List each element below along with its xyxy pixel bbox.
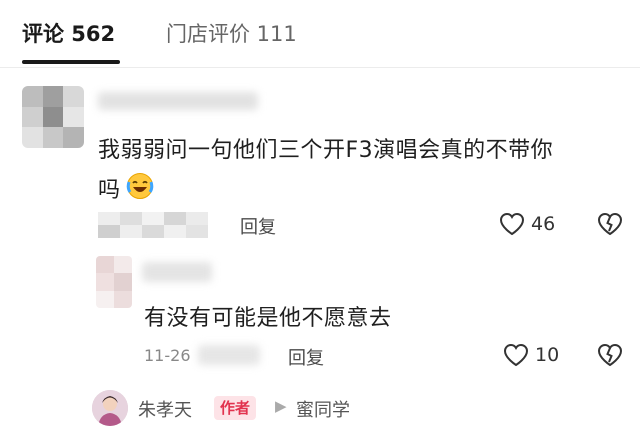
broken-heart-icon[interactable]	[596, 211, 624, 237]
author-avatar[interactable]	[92, 390, 128, 426]
blurred-reply-location	[198, 345, 260, 365]
comment-like-count: 46	[531, 213, 556, 235]
comment-text-line2: 吗	[98, 178, 121, 203]
active-tab-indicator	[22, 60, 120, 64]
tab-divider	[0, 67, 640, 68]
reply-button-2[interactable]: 回复	[288, 344, 324, 370]
heart-outline-icon[interactable]	[502, 342, 530, 368]
author-badge: 作者	[214, 396, 257, 420]
blurred-reply-avatar[interactable]	[96, 256, 132, 308]
author-reply-header: 朱孝天 作者 ▶ 蜜同学	[92, 388, 392, 428]
play-triangle-icon: ▶	[275, 397, 287, 415]
reply-like-count: 10	[535, 344, 560, 366]
tab-bar: 评论 562 门店评价 111	[0, 0, 640, 68]
reply-button[interactable]: 回复	[240, 213, 276, 239]
heart-outline-icon[interactable]	[498, 211, 526, 237]
blurred-username	[98, 92, 258, 110]
comment-text-line1: 我弱弱问一句他们三个开F3演唱会真的不带你	[98, 138, 554, 163]
tab-comments[interactable]: 评论 562	[22, 18, 115, 48]
reply-to-name[interactable]: 蜜同学	[296, 396, 350, 422]
author-name[interactable]: 朱孝天	[138, 396, 192, 422]
blurred-comment-date	[98, 212, 208, 238]
blurred-avatar[interactable]	[22, 86, 84, 148]
reply-date: 11-26	[144, 346, 191, 365]
blurred-reply-username	[142, 262, 212, 282]
broken-heart-icon[interactable]	[596, 342, 624, 368]
laughing-crying-emoji	[126, 173, 154, 199]
reply-text: 有没有可能是他不愿意去	[144, 306, 392, 331]
tab-store-reviews[interactable]: 门店评价 111	[166, 18, 297, 48]
